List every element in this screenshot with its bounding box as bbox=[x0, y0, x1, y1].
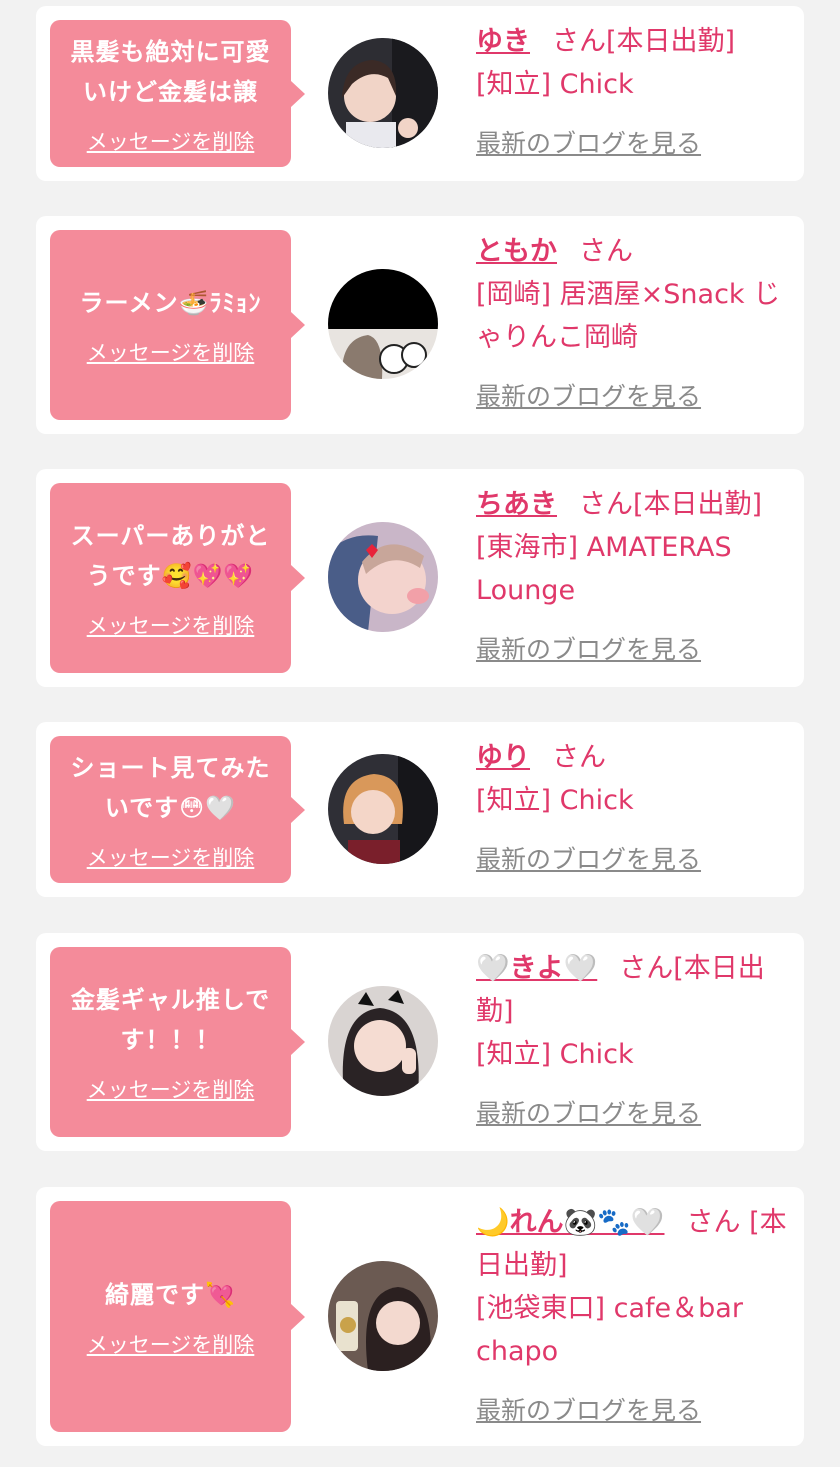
cast-info: ちあき さん[本日出勤] [東海市] AMATERAS Lounge 最新のブログ… bbox=[476, 483, 796, 671]
avatar[interactable] bbox=[328, 522, 438, 632]
shop-name: [知立] Chick bbox=[476, 1039, 634, 1070]
message-text: 金髪ギャル推しです！！！ bbox=[70, 986, 271, 1054]
shop-name: [知立] Chick bbox=[476, 785, 634, 816]
cast-info: 🌙れん🐼🐾🤍 さん [本日出勤] [池袋東口] cafe＆bar chapo 最新… bbox=[476, 1201, 796, 1432]
avatar[interactable] bbox=[328, 1261, 438, 1371]
avatar[interactable] bbox=[328, 269, 438, 379]
latest-blog-link[interactable]: 最新のブログを見る bbox=[476, 1092, 701, 1135]
honorific: さん bbox=[686, 1207, 741, 1238]
delete-message-link[interactable]: メッセージを削除 bbox=[87, 337, 255, 367]
message-bubble: スーパーありがとうです🥰💖💖 メッセージを削除 bbox=[50, 483, 305, 673]
latest-blog-link[interactable]: 最新のブログを見る bbox=[476, 1389, 701, 1432]
delete-message-link[interactable]: メッセージを削除 bbox=[87, 610, 255, 640]
cast-info: ゆり さん [知立] Chick 最新のブログを見る bbox=[476, 736, 796, 881]
delete-message-link[interactable]: メッセージを削除 bbox=[87, 842, 255, 872]
message-text: 綺麗です💘 bbox=[105, 1280, 236, 1309]
list-item: 綺麗です💘 メッセージを削除 🌙れん🐼🐾🤍 さん [本日出勤] [池袋東口] ca… bbox=[36, 1187, 804, 1446]
cast-info: ともか さん [岡崎] 居酒屋×Snack じゃりんこ岡崎 最新のブログを見る bbox=[476, 230, 796, 418]
avatar[interactable] bbox=[328, 754, 438, 864]
latest-blog-link[interactable]: 最新のブログを見る bbox=[476, 628, 701, 671]
cast-name-link[interactable]: ともか bbox=[476, 236, 557, 267]
honorific: さん bbox=[579, 236, 633, 267]
avatar[interactable] bbox=[328, 986, 438, 1096]
latest-blog-link[interactable]: 最新のブログを見る bbox=[476, 838, 701, 881]
latest-blog-link[interactable]: 最新のブログを見る bbox=[476, 122, 701, 165]
shop-name: [岡崎] 居酒屋×Snack じゃりんこ岡崎 bbox=[476, 279, 781, 353]
avatar-photo bbox=[328, 38, 438, 148]
list-item: 金髪ギャル推しです！！！ メッセージを削除 🤍きよ🤍 さん[本日出勤] [知立] … bbox=[36, 933, 804, 1151]
cast-info: 🤍きよ🤍 さん[本日出勤] [知立] Chick 最新のブログを見る bbox=[476, 947, 796, 1135]
message-text: ラーメン🍜ﾗﾐｮﾝ bbox=[79, 289, 262, 317]
message-bubble: ラーメン🍜ﾗﾐｮﾝ メッセージを削除 bbox=[50, 230, 305, 420]
avatar-photo bbox=[328, 522, 438, 632]
cast-info: ゆき さん[本日出勤] [知立] Chick 最新のブログを見る bbox=[476, 20, 796, 165]
honorific: さん bbox=[579, 489, 633, 520]
shop-name: [知立] Chick bbox=[476, 69, 634, 100]
honorific: さん bbox=[552, 742, 606, 773]
avatar-photo bbox=[328, 1261, 438, 1371]
honorific: さん bbox=[619, 953, 674, 984]
cast-name-link[interactable]: ちあき bbox=[476, 489, 557, 520]
avatar-photo bbox=[328, 754, 438, 864]
cast-name-link[interactable]: 🤍きよ🤍 bbox=[476, 953, 597, 984]
cast-name-link[interactable]: 🌙れん🐼🐾🤍 bbox=[476, 1207, 664, 1238]
message-bubble: 綺麗です💘 メッセージを削除 bbox=[50, 1201, 305, 1432]
shop-name: [池袋東口] cafe＆bar chapo bbox=[476, 1293, 743, 1367]
status-badge: [本日出勤] bbox=[633, 489, 763, 520]
message-bubble: 黒髪も絶対に可愛いけど金髪は譲 メッセージを削除 bbox=[50, 20, 305, 167]
avatar-photo bbox=[328, 269, 438, 379]
cast-name-link[interactable]: ゆり bbox=[476, 742, 530, 773]
message-bubble: 金髪ギャル推しです！！！ メッセージを削除 bbox=[50, 947, 305, 1137]
shop-name: [東海市] AMATERAS Lounge bbox=[476, 532, 732, 606]
delete-message-link[interactable]: メッセージを削除 bbox=[87, 1329, 255, 1359]
status-badge: [本日出勤] bbox=[606, 26, 736, 57]
avatar-photo bbox=[328, 986, 438, 1096]
cast-name-link[interactable]: ゆき bbox=[476, 26, 530, 57]
latest-blog-link[interactable]: 最新のブログを見る bbox=[476, 375, 701, 418]
message-bubble: ショート見てみたいです😳🤍 メッセージを削除 bbox=[50, 736, 305, 883]
message-text: ショート見てみたいです😳🤍 bbox=[70, 753, 271, 822]
list-item: ラーメン🍜ﾗﾐｮﾝ メッセージを削除 ともか さん [岡崎] 居酒屋×Snack … bbox=[36, 216, 804, 434]
avatar[interactable] bbox=[328, 38, 438, 148]
delete-message-link[interactable]: メッセージを削除 bbox=[87, 1074, 255, 1104]
honorific: さん bbox=[552, 26, 606, 57]
message-text: スーパーありがとうです🥰💖💖 bbox=[70, 522, 271, 590]
message-list: 黒髪も絶対に可愛いけど金髪は譲 メッセージを削除 ゆき さん[本日出勤] [知立]… bbox=[0, 0, 840, 1467]
delete-message-link[interactable]: メッセージを削除 bbox=[87, 126, 255, 156]
list-item: 黒髪も絶対に可愛いけど金髪は譲 メッセージを削除 ゆき さん[本日出勤] [知立]… bbox=[36, 6, 804, 181]
message-text: 黒髪も絶対に可愛いけど金髪は譲 bbox=[70, 37, 271, 106]
list-item: ショート見てみたいです😳🤍 メッセージを削除 ゆり さん [知立] Chick 最… bbox=[36, 722, 804, 897]
list-item: スーパーありがとうです🥰💖💖 メッセージを削除 ちあき さん[本日出勤] [東海市… bbox=[36, 469, 804, 687]
